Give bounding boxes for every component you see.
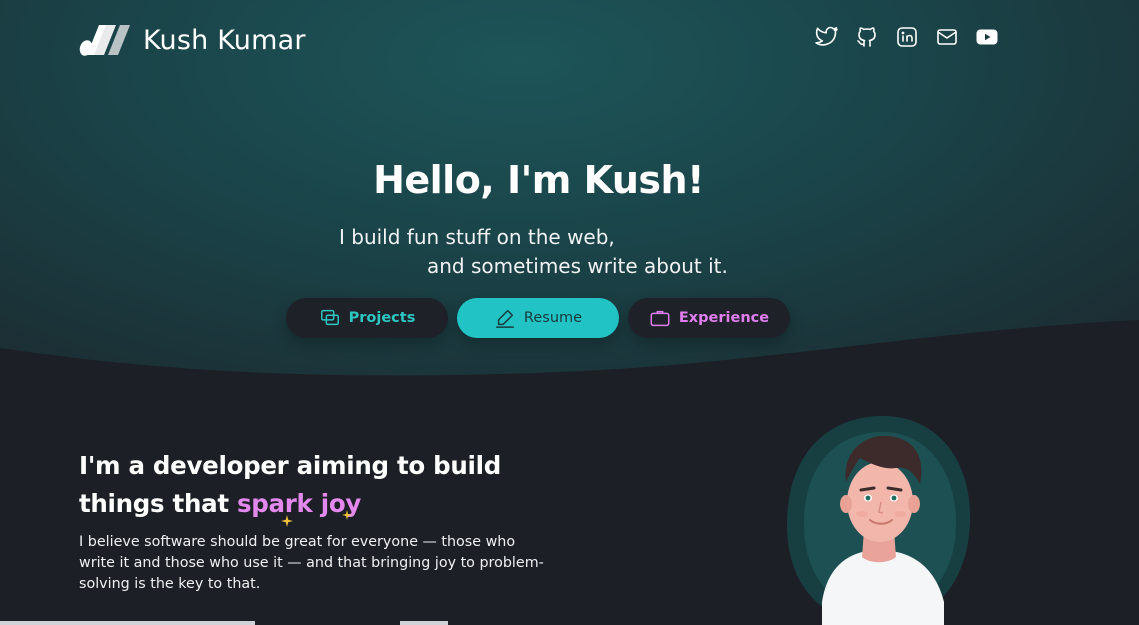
sparkle-icon bbox=[281, 515, 293, 527]
scroll-indicator bbox=[0, 621, 255, 625]
projects-button-label: Projects bbox=[348, 310, 416, 326]
linkedin-link[interactable] bbox=[894, 25, 919, 50]
experience-button[interactable]: Experience bbox=[628, 298, 790, 338]
twitter-icon bbox=[814, 26, 838, 46]
github-link[interactable] bbox=[854, 25, 879, 50]
github-icon bbox=[856, 27, 876, 47]
avatar bbox=[784, 412, 974, 625]
hero-title: Hello, I'm Kush! bbox=[373, 158, 704, 202]
projects-icon bbox=[320, 309, 339, 326]
brand-home-link[interactable]: Kush Kumar bbox=[79, 22, 306, 58]
projects-button[interactable]: Projects bbox=[286, 298, 448, 338]
about-heading: I'm a developer aiming to build things t… bbox=[79, 447, 539, 523]
linkedin-icon bbox=[896, 27, 917, 47]
avatar-illustration bbox=[786, 415, 971, 625]
youtube-icon bbox=[976, 29, 997, 45]
scroll-indicator bbox=[400, 621, 448, 625]
mail-icon bbox=[936, 29, 957, 45]
briefcase-icon bbox=[650, 310, 670, 327]
resume-button[interactable]: Resume bbox=[457, 298, 619, 338]
about-body: I believe software should be great for e… bbox=[79, 534, 544, 592]
about-heading-line2: things that bbox=[79, 489, 237, 518]
hero-tagline-line2: and sometimes write about it. bbox=[427, 254, 728, 278]
resume-button-label: Resume bbox=[523, 310, 583, 326]
experience-button-label: Experience bbox=[678, 310, 770, 326]
brand-name: Kush Kumar bbox=[143, 24, 306, 56]
about-heading-line1: I'm a developer aiming to build bbox=[79, 451, 501, 480]
pencil-icon bbox=[495, 309, 514, 328]
twitter-link[interactable] bbox=[814, 25, 839, 50]
sparkle-icon bbox=[342, 510, 352, 520]
site-header: Kush Kumar bbox=[0, 0, 1139, 80]
youtube-link[interactable] bbox=[974, 25, 999, 50]
brand-logo-icon bbox=[79, 25, 130, 56]
mail-link[interactable] bbox=[934, 25, 959, 50]
hero-tagline-line1: I build fun stuff on the web, bbox=[339, 225, 615, 249]
social-links bbox=[814, 24, 999, 50]
